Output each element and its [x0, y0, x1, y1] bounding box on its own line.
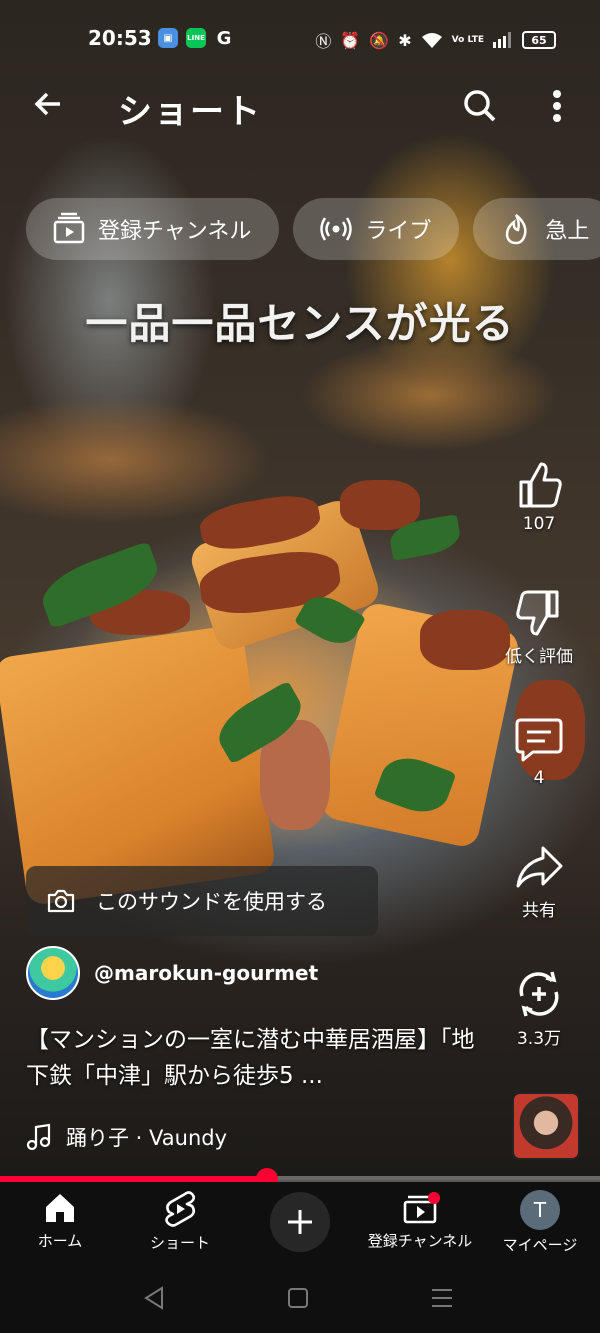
status-time: 20:53 [88, 26, 152, 50]
video-overlay-text: 一品一品センスが光る [85, 299, 515, 348]
live-icon [320, 217, 353, 241]
bluetooth-icon: ✱ [398, 30, 412, 50]
chip-subscriptions[interactable]: 登録チャンネル [26, 198, 280, 260]
chip-live[interactable]: ライブ [293, 198, 460, 260]
use-sound-label: このサウンドを使用する [96, 890, 327, 914]
mute-icon: 🔕 [369, 30, 390, 50]
notification-icons: ▣ LINE G [158, 27, 234, 49]
system-recents-icon[interactable] [428, 1284, 458, 1314]
system-navigation-bar [0, 1266, 600, 1333]
plus-icon [288, 1210, 312, 1234]
channel-handle[interactable]: @marokun-gourmet [94, 961, 318, 985]
nav-subscriptions[interactable]: 登録チャンネル [360, 1190, 480, 1251]
battery-icon: 65 [522, 31, 556, 49]
food-toast [0, 623, 277, 907]
comments-button[interactable]: 4 [494, 714, 584, 788]
comment-count: 4 [533, 768, 545, 788]
more-vert-icon[interactable] [542, 86, 572, 126]
back-arrow-icon[interactable] [28, 86, 68, 126]
line-app-icon: LINE [186, 28, 206, 48]
nav-label: 登録チャンネル [367, 1232, 473, 1250]
nfc-icon: Ⓝ [315, 32, 332, 51]
chip-label: 登録チャンネル [98, 219, 252, 244]
food-squid [340, 480, 420, 530]
dislike-button[interactable]: 低く評価 [494, 588, 584, 667]
nav-home[interactable]: ホーム [0, 1190, 120, 1251]
nav-shorts[interactable]: ショート [120, 1190, 240, 1253]
alarm-icon: ⏰ [340, 30, 361, 50]
chip-label: 急上 [545, 219, 590, 244]
create-button[interactable] [270, 1192, 330, 1252]
google-app-icon: G [216, 27, 232, 49]
volte-icon: Vo LTE [451, 34, 484, 45]
comment-icon [515, 718, 563, 762]
nav-my-page[interactable]: T マイページ [480, 1190, 600, 1255]
nav-label: ホーム [37, 1232, 83, 1250]
system-back-icon[interactable] [140, 1284, 170, 1314]
nav-label: ショート [149, 1234, 210, 1252]
dislike-label: 低く評価 [505, 647, 573, 667]
share-icon [516, 846, 563, 888]
nav-label: マイページ [502, 1236, 578, 1254]
subscriptions-icon [53, 212, 85, 244]
remix-button[interactable]: 3.3万 [494, 968, 584, 1049]
sound-thumbnail[interactable] [512, 1092, 580, 1160]
music-note-icon [26, 1123, 51, 1151]
music-track: 踊り子 · Vaundy [66, 1126, 228, 1150]
top-app-bar: ショート [0, 78, 600, 134]
channel-row[interactable]: @marokun-gourmet [26, 946, 318, 1000]
home-icon [46, 1194, 74, 1222]
app-notification-icon: ▣ [158, 28, 178, 48]
avatar: T [520, 1190, 560, 1230]
bottom-navigation: ホーム ショート 登録チャンネル T マイページ [0, 1182, 600, 1266]
remix-icon [519, 971, 559, 1017]
video-description[interactable]: 【マンションの一室に潜む中華居酒屋】「地下鉄「中津」駅から徒歩5 ... [26, 1022, 496, 1094]
like-button[interactable]: 107 [494, 460, 584, 534]
search-icon[interactable] [460, 86, 500, 126]
channel-avatar[interactable] [26, 946, 80, 1000]
like-count: 107 [522, 514, 556, 534]
wifi-icon [421, 33, 442, 48]
filter-chips: 登録チャンネル ライブ 急上 [26, 198, 600, 260]
music-row[interactable]: 踊り子 · Vaundy [26, 1122, 227, 1152]
use-sound-button[interactable]: このサウンドを使用する [26, 866, 378, 936]
signal-icon [493, 32, 511, 48]
thumbs-up-icon [519, 462, 562, 508]
share-label: 共有 [522, 901, 556, 921]
page-title: ショート [118, 92, 262, 132]
shorts-icon [165, 1191, 196, 1227]
chip-trending[interactable]: 急上 [473, 198, 600, 260]
system-icons: Ⓝ ⏰ 🔕 ✱ Vo LTE 65 [315, 28, 556, 52]
status-bar: 20:53 ▣ LINE G Ⓝ ⏰ 🔕 ✱ Vo LTE 65 [0, 26, 600, 56]
chip-label: ライブ [365, 219, 432, 244]
notification-dot [428, 1192, 440, 1204]
system-home-icon[interactable] [284, 1284, 314, 1314]
remix-count: 3.3万 [516, 1029, 562, 1049]
thumbs-down-icon [516, 590, 559, 636]
share-button[interactable]: 共有 [494, 842, 584, 921]
trending-icon [506, 214, 527, 245]
camera-icon [47, 889, 75, 913]
